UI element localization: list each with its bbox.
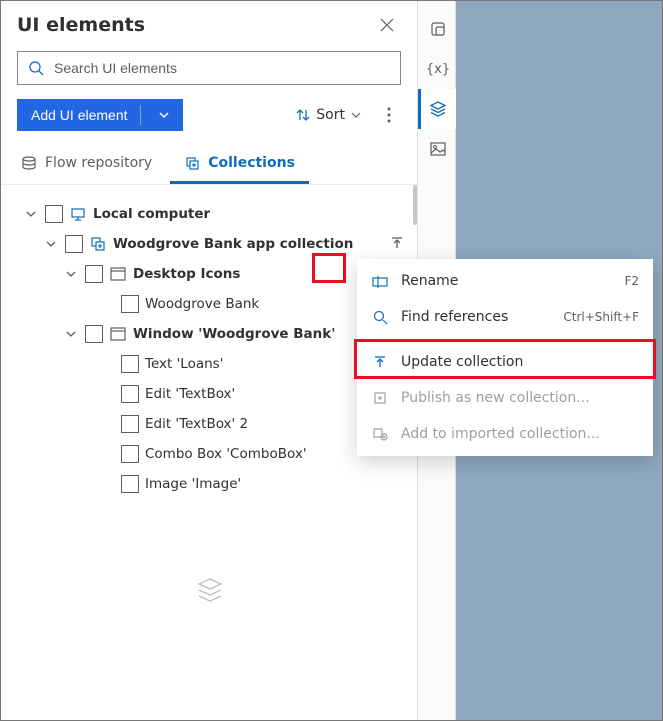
menu-label: Update collection [401, 354, 639, 370]
side-icon-images[interactable] [418, 129, 456, 169]
checkbox[interactable] [121, 475, 139, 493]
side-icon-ui-elements[interactable] [418, 89, 456, 129]
empty-layers-icon [5, 575, 415, 605]
tree-label: Text 'Loans' [145, 356, 223, 372]
tree-node-collection[interactable]: Woodgrove Bank app collection [5, 229, 415, 259]
update-collection-inline-button[interactable] [385, 231, 409, 255]
chevron-down-icon[interactable] [63, 269, 79, 279]
menu-item-add-imported: Add to imported collection... [357, 416, 653, 452]
window-icon [109, 327, 127, 341]
checkbox[interactable] [45, 205, 63, 223]
tree-node-leaf[interactable]: Woodgrove Bank [5, 289, 415, 319]
panel-title: UI elements [17, 14, 145, 36]
tree-label: Edit 'TextBox' 2 [145, 416, 248, 432]
sort-icon [296, 108, 310, 122]
menu-label: Rename [401, 273, 612, 289]
checkbox[interactable] [65, 235, 83, 253]
tree-node-leaf[interactable]: Combo Box 'ComboBox' [5, 439, 415, 469]
add-button-label: Add UI element [31, 107, 128, 123]
button-divider [140, 105, 141, 125]
tree-label: Local computer [93, 206, 210, 222]
upload-icon [371, 355, 389, 369]
checkbox[interactable] [121, 415, 139, 433]
tree-node-group[interactable]: Desktop Icons [5, 259, 415, 289]
repository-icon [21, 155, 37, 171]
tab-label: Flow repository [45, 155, 152, 171]
side-icon-variables[interactable]: {x} [418, 49, 456, 89]
tree-node-root[interactable]: Local computer [5, 199, 415, 229]
tree-node-leaf[interactable]: Image 'Image' [5, 469, 415, 499]
sort-button[interactable]: Sort [290, 103, 367, 127]
rename-icon [371, 274, 389, 288]
tree-label: Edit 'TextBox' [145, 386, 235, 402]
chevron-down-icon[interactable] [63, 329, 79, 339]
menu-label: Publish as new collection... [401, 390, 639, 406]
context-menu: Rename F2 Find references Ctrl+Shift+F U… [357, 259, 653, 456]
side-icon-flow[interactable] [418, 9, 456, 49]
menu-shortcut: Ctrl+Shift+F [563, 310, 639, 324]
menu-item-rename[interactable]: Rename F2 [357, 263, 653, 299]
search-input[interactable] [52, 59, 390, 77]
tab-collections[interactable]: Collections [170, 145, 309, 184]
search-input-wrapper[interactable] [17, 51, 401, 85]
chevron-down-icon [351, 110, 361, 120]
sort-label: Sort [316, 107, 345, 123]
add-collection-icon [371, 427, 389, 441]
menu-label: Add to imported collection... [401, 426, 639, 442]
checkbox[interactable] [121, 445, 139, 463]
menu-shortcut: F2 [624, 274, 639, 288]
more-options-button[interactable] [377, 101, 401, 129]
tree-label: Image 'Image' [145, 476, 241, 492]
checkbox[interactable] [85, 265, 103, 283]
close-panel-button[interactable] [373, 11, 401, 39]
menu-separator [357, 339, 653, 340]
checkbox[interactable] [85, 325, 103, 343]
menu-item-find-references[interactable]: Find references Ctrl+Shift+F [357, 299, 653, 335]
tab-label: Collections [208, 155, 295, 171]
tab-flow-repository[interactable]: Flow repository [7, 145, 166, 184]
publish-icon [371, 391, 389, 405]
menu-label: Find references [401, 309, 551, 325]
checkbox[interactable] [121, 385, 139, 403]
checkbox[interactable] [121, 295, 139, 313]
tree-label: Combo Box 'ComboBox' [145, 446, 307, 462]
chevron-down-icon[interactable] [43, 239, 59, 249]
tree-label: Woodgrove Bank app collection [113, 236, 353, 252]
menu-item-update-collection[interactable]: Update collection [357, 344, 653, 380]
checkbox[interactable] [121, 355, 139, 373]
menu-item-publish-new: Publish as new collection... [357, 380, 653, 416]
tree-node-leaf[interactable]: Edit 'TextBox' [5, 379, 415, 409]
tree-node-group[interactable]: Window 'Woodgrove Bank' [5, 319, 415, 349]
search-icon [371, 310, 389, 325]
collections-icon [184, 155, 200, 171]
tree-node-leaf[interactable]: Edit 'TextBox' 2 [5, 409, 415, 439]
tree-label: Desktop Icons [133, 266, 240, 282]
tree-label: Window 'Woodgrove Bank' [133, 326, 335, 342]
add-button-dropdown[interactable] [149, 110, 179, 120]
tree-label: Woodgrove Bank [145, 296, 259, 312]
chevron-down-icon[interactable] [23, 209, 39, 219]
tree-node-leaf[interactable]: Text 'Loans' [5, 349, 415, 379]
computer-icon [69, 206, 87, 222]
search-icon [28, 60, 44, 76]
collection-icon [89, 236, 107, 252]
add-ui-element-button[interactable]: Add UI element [17, 99, 183, 131]
window-icon [109, 267, 127, 281]
